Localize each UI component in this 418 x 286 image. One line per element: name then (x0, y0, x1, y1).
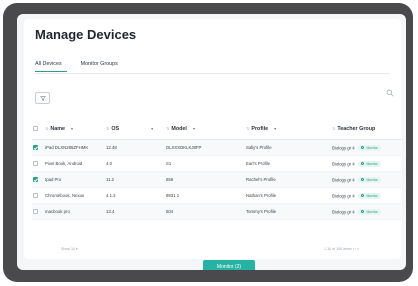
monitor-badge[interactable]: Monitor (358, 144, 381, 151)
tablet-frame: Manage Devices All Devices Monitor Group… (3, 3, 413, 282)
sort-icon: ⇅ (106, 126, 110, 131)
page-title: Manage Devices (35, 27, 137, 42)
device-name: Ipad Pro (44, 171, 105, 188)
row-checkbox[interactable] (33, 145, 38, 151)
teacher-group: Biology gr 4 (332, 209, 355, 215)
teacher-group: Biology gr 4 (332, 145, 355, 151)
row-checkbox[interactable] (33, 177, 38, 183)
device-name: Chromebook, Nexus (44, 187, 105, 204)
table-row[interactable]: macbook pro 13.4 504 Tommy's Profile Bio… (32, 203, 402, 220)
device-model: 656 (165, 171, 245, 188)
tab-all-devices[interactable]: All Devices (35, 61, 67, 72)
chevron-down-icon[interactable]: ▾ (151, 126, 153, 131)
device-os: 12.48 (105, 139, 165, 156)
header-name-label: Name (50, 126, 66, 132)
pagination[interactable]: 1-10 of 100 items ‹ › » (324, 247, 359, 251)
device-name: Pixel Book, Android (44, 155, 105, 172)
device-model: S1 (165, 155, 245, 172)
radio-icon (361, 145, 365, 150)
device-model: 504 (165, 203, 245, 220)
teacher-group: Biology gr 4 (332, 193, 355, 199)
rows-per-page-select[interactable]: Show 10 ▾ (61, 247, 78, 251)
device-profile: Tommy's Profile (245, 203, 331, 220)
table-row[interactable]: Chromebook, Nexus 4.1.2 9831.1 Nathan's … (32, 187, 402, 204)
device-name: macbook pro (44, 203, 105, 220)
chevron-down-icon[interactable]: ▾ (274, 126, 276, 131)
teacher-group: Biology gr 4 (332, 177, 355, 183)
table-row[interactable]: Pixel Book, Android 4.0 S1 Earl's Profil… (32, 155, 402, 172)
sort-icon: ⇅ (332, 126, 336, 131)
device-os: 4.1.2 (105, 187, 165, 204)
radio-icon (361, 193, 365, 198)
table-header-row: ⇅ Name ▾ ⇅ OS ▾ ⇅ Model ▾ ⇅ Profile ▾ ⇅ Teacher G (32, 119, 402, 140)
row-checkbox[interactable] (33, 193, 38, 199)
monitor-badge[interactable]: Monitor (358, 192, 381, 199)
row-checkbox[interactable] (33, 209, 38, 215)
filter-button[interactable] (35, 92, 50, 104)
sort-icon: ⇅ (166, 126, 170, 131)
monitor-badge[interactable]: Monitor (358, 176, 381, 183)
header-model[interactable]: ⇅ Model ▾ (165, 119, 245, 140)
device-model: DLXXXDKLKJ8FP (165, 139, 245, 156)
filter-icon (39, 95, 46, 101)
radio-icon (361, 177, 365, 182)
monitor-badge[interactable]: Monitor (358, 208, 381, 215)
header-select-cell (32, 119, 44, 140)
device-profile: Rachel's Profile (245, 171, 331, 188)
chevron-down-icon[interactable]: ▾ (71, 126, 73, 131)
tab-monitor-groups[interactable]: Monitor Groups (81, 61, 123, 72)
search-icon[interactable] (386, 89, 394, 97)
radio-icon (361, 161, 365, 166)
main-card: Manage Devices All Devices Monitor Group… (24, 19, 402, 259)
table-row[interactable]: iPad DLXN285ZFHMK 12.48 DLXXXDKLKJ8FP Sa… (32, 139, 402, 156)
radio-icon (361, 209, 365, 214)
tab-bar: All Devices Monitor Groups (35, 61, 137, 72)
device-model: 9831.1 (165, 187, 245, 204)
header-model-label: Model (171, 126, 187, 132)
header-os-label: OS (111, 126, 120, 132)
select-all-checkbox[interactable] (33, 126, 38, 132)
device-os: 4.0 (105, 155, 165, 172)
device-profile: Sally's Profile (245, 139, 331, 156)
device-profile: Nathan's Profile (245, 187, 331, 204)
table-row[interactable]: Ipad Pro 11.2 656 Rachel's Profile Biolo… (32, 171, 402, 188)
header-name[interactable]: ⇅ Name ▾ (44, 119, 105, 140)
header-profile-label: Profile (251, 126, 269, 132)
monitor-button[interactable]: Monitor (2) (203, 260, 255, 270)
monitor-badge-label: Monitor (366, 193, 378, 198)
sort-icon: ⇅ (246, 126, 250, 131)
header-os[interactable]: ⇅ OS ▾ (105, 119, 165, 140)
device-name: iPad DLXN285ZFHMK (44, 139, 105, 156)
header-teacher-group-label: Teacher Group (337, 126, 376, 132)
device-os: 11.2 (105, 171, 165, 188)
row-checkbox[interactable] (33, 161, 38, 167)
device-profile: Earl's Profile (245, 155, 331, 172)
monitor-badge-label: Monitor (366, 209, 378, 214)
sort-icon: ⇅ (45, 126, 49, 131)
header-profile[interactable]: ⇅ Profile ▾ (245, 119, 331, 140)
tab-divider (35, 73, 390, 74)
monitor-badge[interactable]: Monitor (358, 160, 381, 167)
device-os: 13.4 (105, 203, 165, 220)
monitor-badge-label: Monitor (366, 161, 378, 166)
chevron-down-icon[interactable]: ▾ (193, 126, 195, 131)
screen: Manage Devices All Devices Monitor Group… (17, 14, 406, 270)
monitor-badge-label: Monitor (366, 177, 378, 182)
teacher-group: Biology gr 4 (332, 161, 355, 167)
header-teacher-group[interactable]: ⇅ Teacher Group (331, 119, 402, 140)
monitor-badge-label: Monitor (366, 145, 378, 150)
devices-table: ⇅ Name ▾ ⇅ OS ▾ ⇅ Model ▾ ⇅ Profile ▾ ⇅ Teacher G (32, 119, 402, 220)
